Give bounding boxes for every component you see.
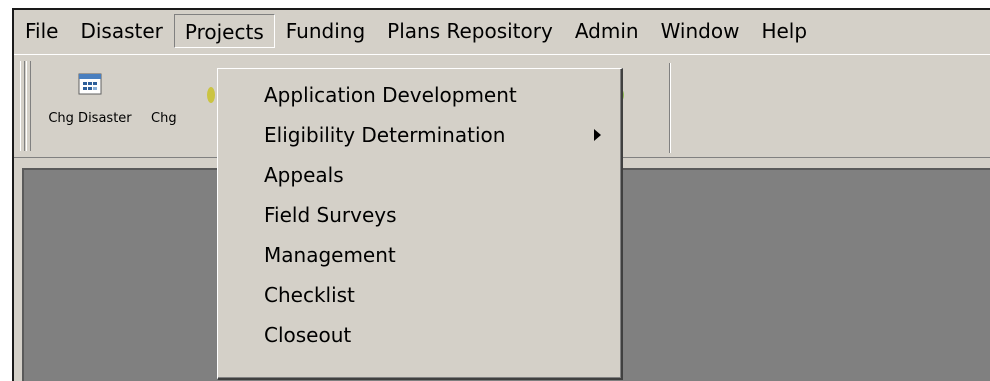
menu-item-label: Appeals: [264, 163, 344, 187]
toolbar-grip-secondary[interactable]: [26, 61, 31, 151]
menu-item-field-surveys[interactable]: Field Surveys: [218, 195, 621, 235]
menu-disaster[interactable]: Disaster: [69, 14, 173, 48]
menu-item-closeout[interactable]: Closeout: [218, 315, 621, 355]
menu-item-checklist[interactable]: Checklist: [218, 275, 621, 315]
menu-projects[interactable]: Projects: [173, 14, 275, 48]
menu-window[interactable]: Window: [650, 14, 751, 48]
menu-item-label: Checklist: [264, 283, 355, 307]
menu-funding[interactable]: Funding: [275, 14, 376, 48]
menu-bar: File Disaster Projects Funding Plans Rep…: [14, 12, 990, 50]
menu-item-label: Eligibility Determination: [264, 123, 506, 147]
menu-item-label: Application Development: [264, 83, 517, 107]
menu-admin[interactable]: Admin: [564, 14, 650, 48]
toolbar-separator: [669, 63, 671, 153]
toolbar-icon: [207, 87, 215, 103]
menu-item-application-development[interactable]: Application Development: [218, 75, 621, 115]
application-window: File Disaster Projects Funding Plans Rep…: [12, 8, 990, 381]
menu-plans-repository[interactable]: Plans Repository: [376, 14, 564, 48]
menu-item-label: Field Surveys: [264, 203, 397, 227]
menu-file[interactable]: File: [14, 14, 69, 48]
menu-item-management[interactable]: Management: [218, 235, 621, 275]
menu-item-label: Management: [264, 243, 396, 267]
chg-disaster-label: Chg Disaster: [48, 111, 132, 126]
menu-item-appeals[interactable]: Appeals: [218, 155, 621, 195]
submenu-arrow-icon: [594, 129, 601, 141]
menu-item-label: Closeout: [264, 323, 352, 347]
menu-help[interactable]: Help: [750, 14, 818, 48]
menu-item-eligibility-determination[interactable]: Eligibility Determination: [218, 115, 621, 155]
calendar-icon: [78, 73, 102, 95]
chg-disaster-button[interactable]: Chg Disaster: [34, 65, 146, 153]
projects-dropdown-menu: Application Development Eligibility Dete…: [217, 68, 623, 380]
chg-button[interactable]: Chg: [151, 65, 215, 153]
toolbar-grip[interactable]: [20, 61, 25, 151]
chg-label: Chg: [151, 111, 177, 126]
